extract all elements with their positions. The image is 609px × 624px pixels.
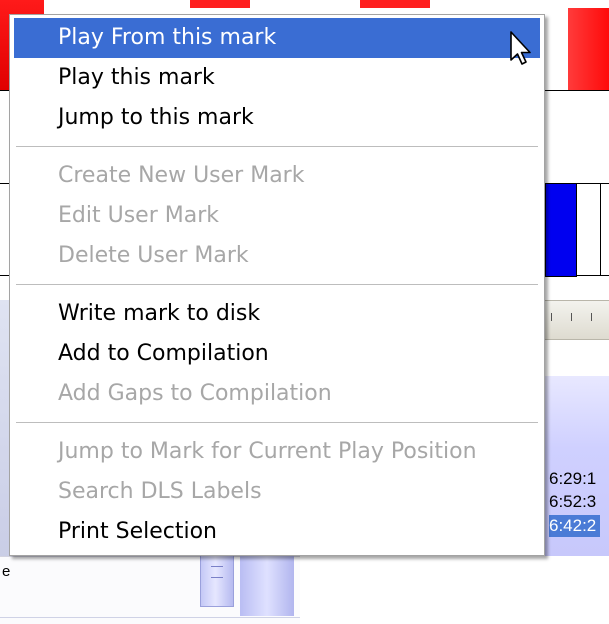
menu-item-search-dls-labels[interactable]: Search DLS Labels xyxy=(14,472,540,512)
menu-item-add-to-compilation[interactable]: Add to Compilation xyxy=(14,334,540,374)
blue-marker-block[interactable] xyxy=(545,183,577,277)
arrow-pointer-icon xyxy=(510,31,531,65)
menu-item-create-user-mark[interactable]: Create New User Mark xyxy=(14,156,540,196)
menu-separator xyxy=(16,146,538,147)
menu-item-edit-user-mark[interactable]: Edit User Mark xyxy=(14,196,540,236)
scrollbar-grip-icon xyxy=(211,566,223,578)
menu-separator xyxy=(16,284,538,285)
ruler-tick xyxy=(551,313,552,321)
timeline-ruler[interactable] xyxy=(545,300,609,340)
menu-item-write-mark-to-disk[interactable]: Write mark to disk xyxy=(14,294,540,334)
ruler-tick xyxy=(591,313,592,321)
scrollbar-thumb[interactable] xyxy=(200,556,234,607)
menu-item-print-selection[interactable]: Print Selection xyxy=(14,512,540,552)
time-list-item-selected[interactable]: 6:42:2 xyxy=(549,515,601,537)
scrollbar-track[interactable] xyxy=(240,556,294,616)
time-list-item[interactable]: 6:29:1 xyxy=(549,468,596,490)
track-edge xyxy=(600,183,601,275)
context-menu: Play From this mark Play this mark Jump … xyxy=(9,14,545,556)
bottom-list-text: e xyxy=(2,563,11,580)
red-marker-block-right xyxy=(568,8,609,90)
time-list-panel[interactable]: 6:29:1 6:52:3 6:42:2 xyxy=(545,376,609,556)
bottom-divider xyxy=(0,617,300,618)
menu-item-jump-to-current-position[interactable]: Jump to Mark for Current Play Position xyxy=(14,432,540,472)
menu-separator xyxy=(16,422,538,423)
menu-item-jump-to-mark[interactable]: Jump to this mark xyxy=(14,98,540,138)
menu-item-play-mark[interactable]: Play this mark xyxy=(14,58,540,98)
red-marker-strip xyxy=(190,0,250,8)
menu-item-delete-user-mark[interactable]: Delete User Mark xyxy=(14,236,540,276)
red-marker-strip xyxy=(360,0,430,8)
menu-item-play-from-mark[interactable]: Play From this mark xyxy=(14,18,540,58)
ruler-tick xyxy=(571,313,572,321)
menu-item-add-gaps-to-compilation[interactable]: Add Gaps to Compilation xyxy=(14,374,540,414)
time-list-item[interactable]: 6:52:3 xyxy=(549,491,596,513)
